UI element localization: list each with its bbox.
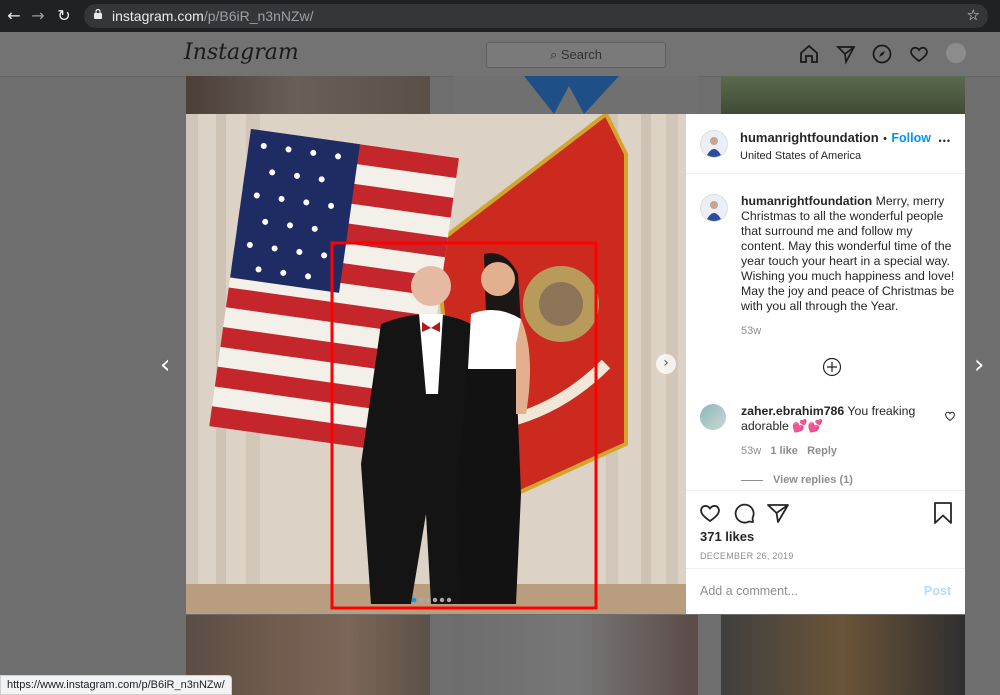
carousel-dot (411, 597, 417, 603)
direct-message-icon[interactable] (835, 43, 857, 65)
grid-thumbnail[interactable] (186, 76, 430, 114)
like-heart-icon[interactable] (698, 501, 722, 525)
post-comment-button[interactable]: Post (924, 584, 951, 598)
grid-thumbnail[interactable] (721, 615, 965, 695)
load-more-comments-icon[interactable] (822, 357, 842, 377)
post-header: humanrightfoundation • Follow United Sta… (686, 114, 965, 174)
caption-username[interactable]: humanrightfoundation (741, 194, 872, 208)
post-side-panel: humanrightfoundation • Follow United Sta… (686, 114, 965, 614)
view-replies-label: View replies (1) (773, 474, 853, 486)
instagram-logo[interactable]: Instagram (184, 40, 299, 65)
status-bar-url: https://www.instagram.com/p/B6iR_n3nNZw/ (0, 675, 232, 695)
save-bookmark-icon[interactable] (932, 501, 954, 525)
home-icon[interactable] (798, 43, 820, 65)
explore-compass-icon[interactable] (871, 43, 893, 65)
comment-reply-button[interactable]: Reply (807, 445, 837, 457)
comment-username[interactable]: zaher.ebrahim786 (741, 404, 844, 418)
previous-post-arrow-icon[interactable]: ‹ (160, 350, 170, 380)
comment-timestamp[interactable]: 53w (741, 445, 761, 457)
star-graphic (524, 76, 619, 114)
more-options-icon[interactable]: ••• (939, 136, 951, 146)
commenter-avatar[interactable] (700, 404, 726, 430)
add-comment-input[interactable]: Add a comment... (700, 584, 798, 598)
avatar[interactable] (700, 130, 728, 158)
url-path: /p/B6iR_n3nNZw/ (203, 8, 314, 24)
instagram-header: Instagram ⌕ Search (0, 32, 1000, 77)
address-bar[interactable]: instagram.com/p/B6iR_n3nNZw/ ☆ (84, 4, 988, 28)
avatar[interactable] (700, 194, 728, 222)
like-comment-heart-icon[interactable] (944, 410, 956, 422)
back-arrow-icon[interactable]: ← (4, 6, 24, 26)
follow-separator: • (883, 133, 887, 145)
replies-divider (741, 479, 763, 481)
post-photo-illustration (186, 114, 686, 614)
carousel-dot (425, 597, 431, 603)
carousel-next-icon[interactable]: › (656, 354, 676, 374)
profile-avatar[interactable] (946, 43, 966, 63)
reload-icon[interactable]: ↻ (54, 6, 74, 26)
forward-arrow-icon[interactable]: → (28, 6, 48, 26)
lock-icon (94, 9, 102, 19)
post-date[interactable]: DECEMBER 26, 2019 (700, 551, 794, 561)
caption-text: Merry, merry Christmas to all the wonder… (741, 194, 955, 313)
activity-heart-icon[interactable] (908, 43, 930, 65)
carousel-dot (432, 597, 438, 603)
url-host: instagram.com (112, 8, 204, 24)
carousel-dot (446, 597, 452, 603)
search-placeholder: Search (560, 47, 603, 62)
avatar-image (701, 195, 727, 221)
comment-likes[interactable]: 1 like (770, 445, 798, 457)
comment-meta: 53w 1 like Reply (741, 444, 937, 459)
follow-button[interactable]: Follow (891, 131, 931, 145)
avatar-image (701, 131, 727, 157)
comment-bubble-icon[interactable] (732, 501, 756, 525)
carousel-dot (418, 597, 424, 603)
post-header-text: humanrightfoundation • Follow United Sta… (740, 129, 931, 162)
caption-timestamp[interactable]: 53w (741, 324, 957, 339)
next-post-arrow-icon[interactable]: › (974, 350, 984, 380)
likes-count[interactable]: 371 likes (700, 529, 754, 544)
browser-toolbar: ← → ↻ instagram.com/p/B6iR_n3nNZw/ ☆ (0, 0, 1000, 32)
grid-thumbnail[interactable] (454, 615, 698, 695)
url-text: instagram.com/p/B6iR_n3nNZw/ (112, 8, 314, 24)
share-icon[interactable] (766, 501, 790, 525)
add-comment-bar: Add a comment... Post (686, 568, 965, 615)
post-username[interactable]: humanrightfoundation (740, 130, 879, 145)
view-replies-button[interactable]: View replies (1) (741, 473, 937, 488)
search-icon: ⌕ (549, 47, 561, 62)
grid-thumbnail[interactable] (454, 76, 698, 114)
grid-thumbnail[interactable] (721, 76, 965, 114)
post-location[interactable]: United States of America (740, 150, 931, 162)
bookmark-star-icon[interactable]: ☆ (967, 6, 980, 24)
carousel-dot (439, 597, 445, 603)
comment-item: zaher.ebrahim786 You freaking adorable 💕… (741, 404, 937, 488)
post-caption: humanrightfoundation Merry, merry Christ… (741, 194, 957, 339)
search-input[interactable]: ⌕ Search (486, 42, 666, 68)
post-photo[interactable]: › (186, 114, 686, 614)
